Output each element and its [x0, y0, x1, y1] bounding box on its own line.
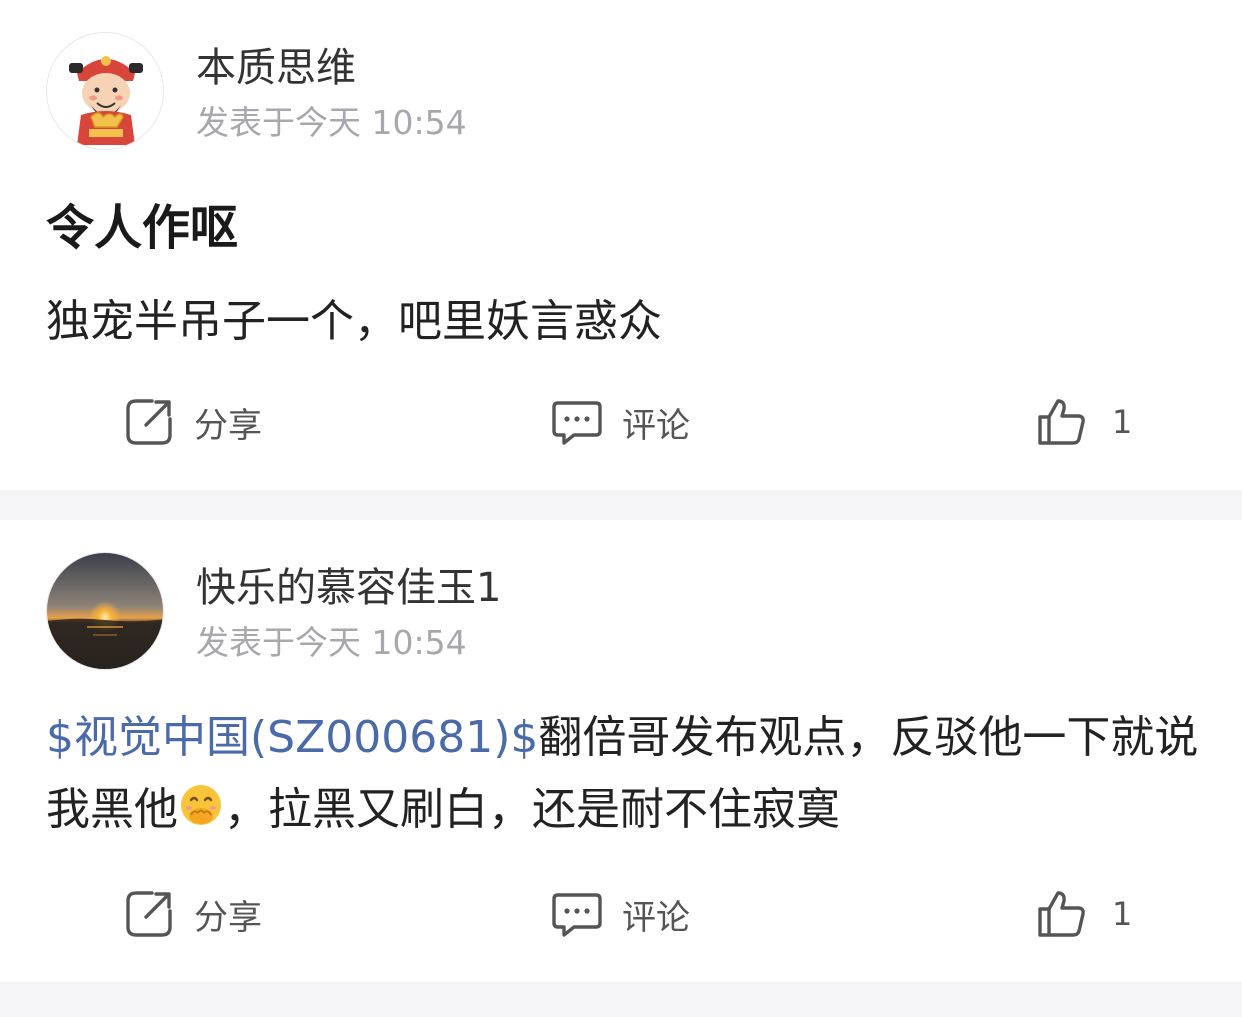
post-separator	[0, 982, 1242, 1017]
author-avatar[interactable]	[46, 32, 164, 150]
post-time: 发表于今天 10:54	[196, 103, 467, 142]
like-button[interactable]: 1	[1036, 884, 1132, 944]
thumbs-up-icon	[1038, 399, 1085, 445]
post-card: 快乐的慕容佳玉1 发表于今天 10:54 $视觉中国(SZ000681)$翻倍哥…	[0, 520, 1242, 982]
comment-button[interactable]: 评论	[552, 884, 690, 944]
post-actions: 分享 评论 1	[0, 884, 1242, 944]
caishen-avatar-icon	[47, 33, 163, 149]
comment-label: 评论	[622, 897, 690, 938]
sunset-avatar-icon	[47, 553, 163, 669]
comment-icon	[552, 401, 602, 445]
author-avatar[interactable]	[46, 552, 164, 670]
share-label: 分享	[194, 405, 262, 446]
share-icon	[126, 891, 172, 937]
post-body: 独宠半吊子一个，吧里妖言惑众	[46, 296, 662, 347]
share-label: 分享	[194, 897, 262, 938]
post-card: 本质思维 发表于今天 10:54 令人作呕 独宠半吊子一个，吧里妖言惑众 分享 …	[0, 0, 1242, 490]
post-body-text-continued: ，拉黑又刷白，还是耐不住寂寞	[224, 784, 840, 835]
like-count: 1	[1112, 403, 1133, 441]
post-body: $视觉中国(SZ000681)$翻倍哥发布观点，反驳他一下就说我黑他 ，拉黑又刷白…	[46, 702, 1206, 846]
comment-button[interactable]: 评论	[552, 392, 690, 452]
like-count: 1	[1112, 895, 1133, 933]
post-separator	[0, 490, 1242, 520]
share-icon	[126, 399, 172, 445]
post-title: 令人作呕	[46, 200, 239, 256]
comment-label: 评论	[622, 405, 690, 446]
author-name[interactable]: 本质思维	[196, 42, 356, 94]
stock-tag-link[interactable]: $视觉中国(SZ000681)$	[46, 712, 538, 763]
share-button[interactable]: 分享	[124, 392, 262, 452]
like-button[interactable]: 1	[1036, 392, 1132, 452]
author-name[interactable]: 快乐的慕容佳玉1	[196, 562, 501, 614]
thumbs-up-icon	[1038, 891, 1085, 937]
post-actions: 分享 评论 1	[0, 392, 1242, 452]
share-button[interactable]: 分享	[124, 884, 262, 944]
post-time: 发表于今天 10:54	[196, 623, 467, 662]
hand-over-mouth-emoji-icon	[178, 778, 224, 825]
comment-icon	[552, 893, 602, 937]
